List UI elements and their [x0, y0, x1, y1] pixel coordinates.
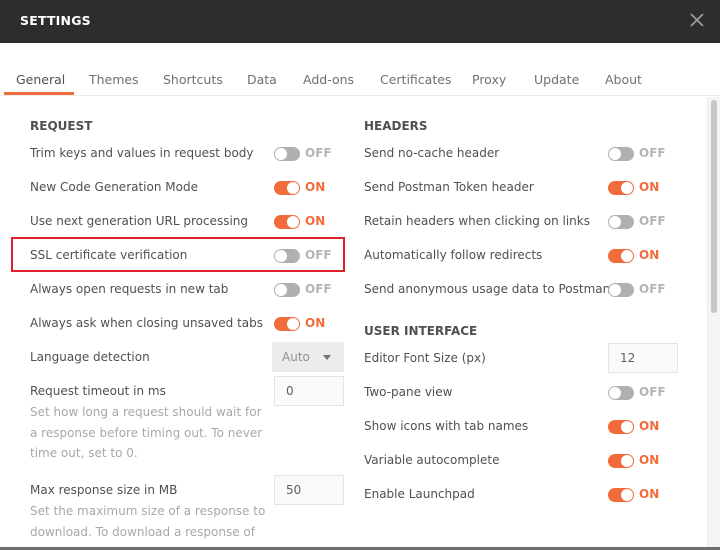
toggle-state: OFF — [639, 146, 666, 160]
open-new-tab-toggle[interactable]: OFF — [274, 281, 349, 299]
max-response-size-input[interactable] — [274, 475, 344, 505]
ssl-verification-toggle[interactable]: OFF — [274, 247, 349, 265]
two-pane-view-toggle[interactable]: OFF — [608, 384, 683, 402]
window-title: SETTINGS — [20, 13, 91, 28]
toggle-state: OFF — [639, 282, 666, 296]
toggle-state: ON — [639, 180, 660, 194]
toggle-state: OFF — [639, 214, 666, 228]
code-generation-toggle[interactable]: ON — [274, 179, 349, 197]
tab-general[interactable]: General — [16, 72, 65, 87]
setting-label: SSL certificate verification — [30, 248, 188, 262]
toggle-state: OFF — [305, 282, 332, 296]
request-timeout-input[interactable] — [274, 376, 344, 406]
setting-label: Show icons with tab names — [364, 419, 529, 433]
toggle-state: ON — [305, 180, 326, 194]
tab-certificates[interactable]: Certificates — [380, 72, 451, 87]
retain-headers-toggle[interactable]: OFF — [608, 213, 683, 231]
ask-unsaved-tabs-toggle[interactable]: ON — [274, 315, 349, 333]
editor-font-size-input[interactable] — [608, 343, 678, 373]
launchpad-toggle[interactable]: ON — [608, 486, 683, 504]
tab-proxy[interactable]: Proxy — [472, 72, 506, 87]
setting-label: Two-pane view — [364, 385, 453, 399]
setting-label: Always ask when closing unsaved tabs — [30, 316, 264, 330]
trim-keys-toggle[interactable]: OFF — [274, 145, 349, 163]
headers-section-title: HEADERS — [364, 119, 428, 133]
tab-shortcuts[interactable]: Shortcuts — [163, 72, 223, 87]
setting-label: Send anonymous usage data to Postman — [364, 282, 611, 296]
setting-label: Editor Font Size (px) — [364, 351, 486, 365]
setting-label: Variable autocomplete — [364, 453, 500, 467]
no-cache-toggle[interactable]: OFF — [608, 145, 683, 163]
setting-label: Always open requests in new tab — [30, 282, 229, 296]
tab-themes[interactable]: Themes — [89, 72, 139, 87]
follow-redirects-toggle[interactable]: ON — [608, 247, 683, 265]
setting-label: Send Postman Token header — [364, 180, 534, 194]
help-text: Set the maximum size of a response to do… — [30, 504, 266, 539]
active-tab-indicator — [4, 92, 74, 95]
toggle-state: ON — [305, 316, 326, 330]
setting-label: Retain headers when clicking on links — [364, 214, 590, 228]
setting-label: Trim keys and values in request body — [30, 146, 254, 160]
setting-label: Send no-cache header — [364, 146, 500, 160]
caret-down-icon — [323, 355, 331, 360]
setting-label: Enable Launchpad — [364, 487, 475, 501]
postman-token-toggle[interactable]: ON — [608, 179, 683, 197]
toggle-state: OFF — [305, 248, 332, 262]
tab-icons-toggle[interactable]: ON — [608, 418, 683, 436]
tab-data[interactable]: Data — [247, 72, 277, 87]
setting-label: Automatically follow redirects — [364, 248, 543, 262]
toggle-state: ON — [639, 419, 660, 433]
toggle-state: ON — [639, 453, 660, 467]
user-interface-section-title: USER INTERFACE — [364, 324, 478, 338]
close-icon[interactable] — [688, 11, 706, 29]
language-detection-select[interactable]: Auto — [272, 342, 344, 372]
usage-data-toggle[interactable]: OFF — [608, 281, 683, 299]
setting-label: Max response size in MB — [30, 483, 178, 497]
toggle-state: ON — [639, 487, 660, 501]
help-text: Set how long a request should wait for a… — [30, 405, 263, 460]
setting-label: Use next generation URL processing — [30, 214, 248, 228]
title-bar: SETTINGS — [0, 0, 720, 43]
request-section-title: REQUEST — [30, 119, 93, 133]
variable-autocomplete-toggle[interactable]: ON — [608, 452, 683, 470]
setting-label: Request timeout in ms — [30, 384, 166, 398]
tab-update[interactable]: Update — [534, 72, 579, 87]
toggle-state: OFF — [305, 146, 332, 160]
setting-label: Language detection — [30, 350, 150, 364]
scrollbar[interactable] — [707, 97, 720, 547]
tab-about[interactable]: About — [605, 72, 642, 87]
settings-tabs: General Themes Shortcuts Data Add-ons Ce… — [0, 43, 720, 96]
tab-add-ons[interactable]: Add-ons — [303, 72, 354, 87]
select-value: Auto — [282, 350, 310, 364]
url-processing-toggle[interactable]: ON — [274, 213, 349, 231]
setting-label: New Code Generation Mode — [30, 180, 198, 194]
scrollbar-thumb[interactable] — [711, 100, 717, 313]
toggle-state: ON — [305, 214, 326, 228]
toggle-state: OFF — [639, 385, 666, 399]
toggle-state: ON — [639, 248, 660, 262]
